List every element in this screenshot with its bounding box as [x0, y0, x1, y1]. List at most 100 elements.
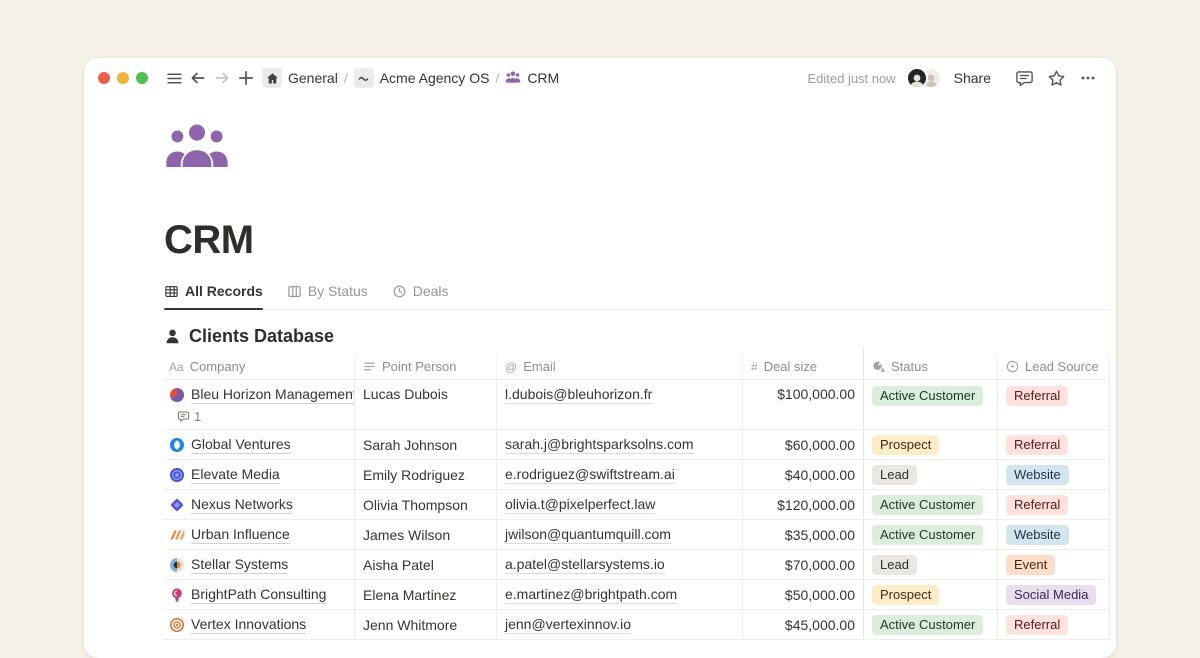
company-name[interactable]: Nexus Networks: [191, 496, 293, 514]
email-cell[interactable]: e.rodriguez@swiftstream.ai: [497, 460, 743, 489]
lead-source-cell[interactable]: Referral: [998, 610, 1110, 639]
column-header-lead-source[interactable]: Lead Source: [998, 354, 1110, 379]
point-person-cell[interactable]: Jenn Whitmore: [355, 610, 497, 639]
column-header-point-person[interactable]: Point Person: [355, 354, 497, 379]
lead-source-cell[interactable]: Referral: [998, 380, 1110, 429]
status-cell[interactable]: Active Customer: [863, 490, 998, 519]
lead-source-badge[interactable]: Event: [1006, 555, 1055, 575]
column-header-status[interactable]: Status: [863, 354, 998, 379]
email-cell[interactable]: e.martinez@brightpath.com: [497, 580, 743, 609]
workspace-icon[interactable]: [354, 68, 374, 88]
tab-by-status[interactable]: By Status: [287, 283, 368, 299]
table-row[interactable]: Elevate Media Emily Rodriguez e.rodrigue…: [164, 460, 1110, 490]
home-icon[interactable]: [262, 68, 282, 88]
email-value[interactable]: a.patel@stellarsystems.io: [505, 556, 665, 574]
share-button[interactable]: Share: [954, 70, 991, 86]
lead-source-badge[interactable]: Referral: [1006, 386, 1068, 406]
status-badge[interactable]: Active Customer: [872, 525, 983, 545]
status-cell[interactable]: Active Customer: [863, 380, 998, 429]
company-name[interactable]: Elevate Media: [191, 466, 280, 484]
tab-all-records[interactable]: All Records: [164, 283, 263, 299]
point-person-cell[interactable]: Emily Rodriguez: [355, 460, 497, 489]
deal-size-cell[interactable]: $70,000.00: [743, 550, 863, 579]
email-cell[interactable]: l.dubois@bleuhorizon.fr: [497, 380, 743, 429]
point-person-cell[interactable]: Olivia Thompson: [355, 490, 497, 519]
lead-source-badge[interactable]: Referral: [1006, 435, 1068, 455]
favorite-star-icon[interactable]: [1043, 65, 1069, 91]
table-row[interactable]: BrightPath Consulting Elena Martinez e.m…: [164, 580, 1110, 610]
company-cell[interactable]: Urban Influence: [164, 520, 355, 549]
breadcrumb-page[interactable]: CRM: [527, 70, 559, 86]
deal-size-cell[interactable]: $50,000.00: [743, 580, 863, 609]
column-header-deal-size[interactable]: # Deal size: [743, 354, 863, 379]
minimize-window-button[interactable]: [117, 72, 129, 84]
lead-source-cell[interactable]: Social Media: [998, 580, 1110, 609]
email-cell[interactable]: sarah.j@brightsparksolns.com: [497, 430, 743, 459]
deal-size-cell[interactable]: $120,000.00: [743, 490, 863, 519]
email-cell[interactable]: jenn@vertexinnov.io: [497, 610, 743, 639]
lead-source-cell[interactable]: Referral: [998, 490, 1110, 519]
table-row[interactable]: Global Ventures Sarah Johnson sarah.j@br…: [164, 430, 1110, 460]
status-badge[interactable]: Active Customer: [872, 495, 983, 515]
tab-deals[interactable]: Deals: [392, 283, 449, 299]
email-value[interactable]: jenn@vertexinnov.io: [505, 616, 631, 634]
breadcrumb-workspace[interactable]: Acme Agency OS: [380, 70, 490, 86]
company-name[interactable]: Urban Influence: [191, 526, 290, 544]
company-name[interactable]: Global Ventures: [191, 436, 291, 454]
status-badge[interactable]: Prospect: [872, 585, 939, 605]
breadcrumb-home[interactable]: General: [288, 70, 338, 86]
more-options-icon[interactable]: [1075, 65, 1101, 91]
status-cell[interactable]: Lead: [863, 550, 998, 579]
status-cell[interactable]: Active Customer: [863, 610, 998, 639]
table-row[interactable]: Urban Influence James Wilson jwilson@qua…: [164, 520, 1110, 550]
company-cell[interactable]: Bleu Horizon Management 1: [164, 380, 355, 429]
lead-source-badge[interactable]: Referral: [1006, 495, 1068, 515]
company-name[interactable]: BrightPath Consulting: [191, 586, 326, 604]
deal-size-cell[interactable]: $40,000.00: [743, 460, 863, 489]
column-header-email[interactable]: @ Email: [497, 354, 743, 379]
comments-icon[interactable]: [1011, 65, 1037, 91]
table-row[interactable]: Bleu Horizon Management 1 Lucas Dubois l…: [164, 380, 1110, 430]
sidebar-toggle-icon[interactable]: [162, 66, 186, 90]
collaborator-avatars[interactable]: [906, 67, 942, 89]
company-cell[interactable]: Global Ventures: [164, 430, 355, 459]
table-row[interactable]: Stellar Systems Aisha Patel a.patel@stel…: [164, 550, 1110, 580]
point-person-cell[interactable]: Lucas Dubois: [355, 380, 497, 429]
lead-source-cell[interactable]: Website: [998, 520, 1110, 549]
status-cell[interactable]: Lead: [863, 460, 998, 489]
table-row[interactable]: Vertex Innovations Jenn Whitmore jenn@ve…: [164, 610, 1110, 640]
point-person-cell[interactable]: Sarah Johnson: [355, 430, 497, 459]
back-arrow-icon[interactable]: [186, 66, 210, 90]
status-badge[interactable]: Active Customer: [872, 386, 983, 406]
deal-size-cell[interactable]: $60,000.00: [743, 430, 863, 459]
table-row[interactable]: Nexus Networks Olivia Thompson olivia.t@…: [164, 490, 1110, 520]
status-cell[interactable]: Prospect: [863, 580, 998, 609]
status-badge[interactable]: Lead: [872, 555, 917, 575]
comment-count-row[interactable]: 1: [177, 409, 346, 424]
status-cell[interactable]: Prospect: [863, 430, 998, 459]
company-name[interactable]: Vertex Innovations: [191, 616, 306, 634]
column-header-company[interactable]: Aa Company: [164, 354, 355, 379]
email-value[interactable]: l.dubois@bleuhorizon.fr: [505, 386, 652, 404]
status-badge[interactable]: Active Customer: [872, 615, 983, 635]
point-person-cell[interactable]: Aisha Patel: [355, 550, 497, 579]
forward-arrow-icon[interactable]: [210, 66, 234, 90]
email-value[interactable]: olivia.t@pixelperfect.law: [505, 496, 655, 514]
lead-source-badge[interactable]: Referral: [1006, 615, 1068, 635]
point-person-cell[interactable]: Elena Martinez: [355, 580, 497, 609]
lead-source-badge[interactable]: Social Media: [1006, 585, 1096, 605]
lead-source-cell[interactable]: Event: [998, 550, 1110, 579]
lead-source-badge[interactable]: Website: [1006, 465, 1069, 485]
email-value[interactable]: e.rodriguez@swiftstream.ai: [505, 466, 675, 484]
email-value[interactable]: e.martinez@brightpath.com: [505, 586, 677, 604]
status-badge[interactable]: Lead: [872, 465, 917, 485]
lead-source-badge[interactable]: Website: [1006, 525, 1069, 545]
zoom-window-button[interactable]: [136, 72, 148, 84]
lead-source-cell[interactable]: Website: [998, 460, 1110, 489]
lead-source-cell[interactable]: Referral: [998, 430, 1110, 459]
company-name[interactable]: Stellar Systems: [191, 556, 288, 574]
company-cell[interactable]: BrightPath Consulting: [164, 580, 355, 609]
company-cell[interactable]: Stellar Systems: [164, 550, 355, 579]
deal-size-cell[interactable]: $100,000.00: [743, 380, 863, 429]
status-badge[interactable]: Prospect: [872, 435, 939, 455]
